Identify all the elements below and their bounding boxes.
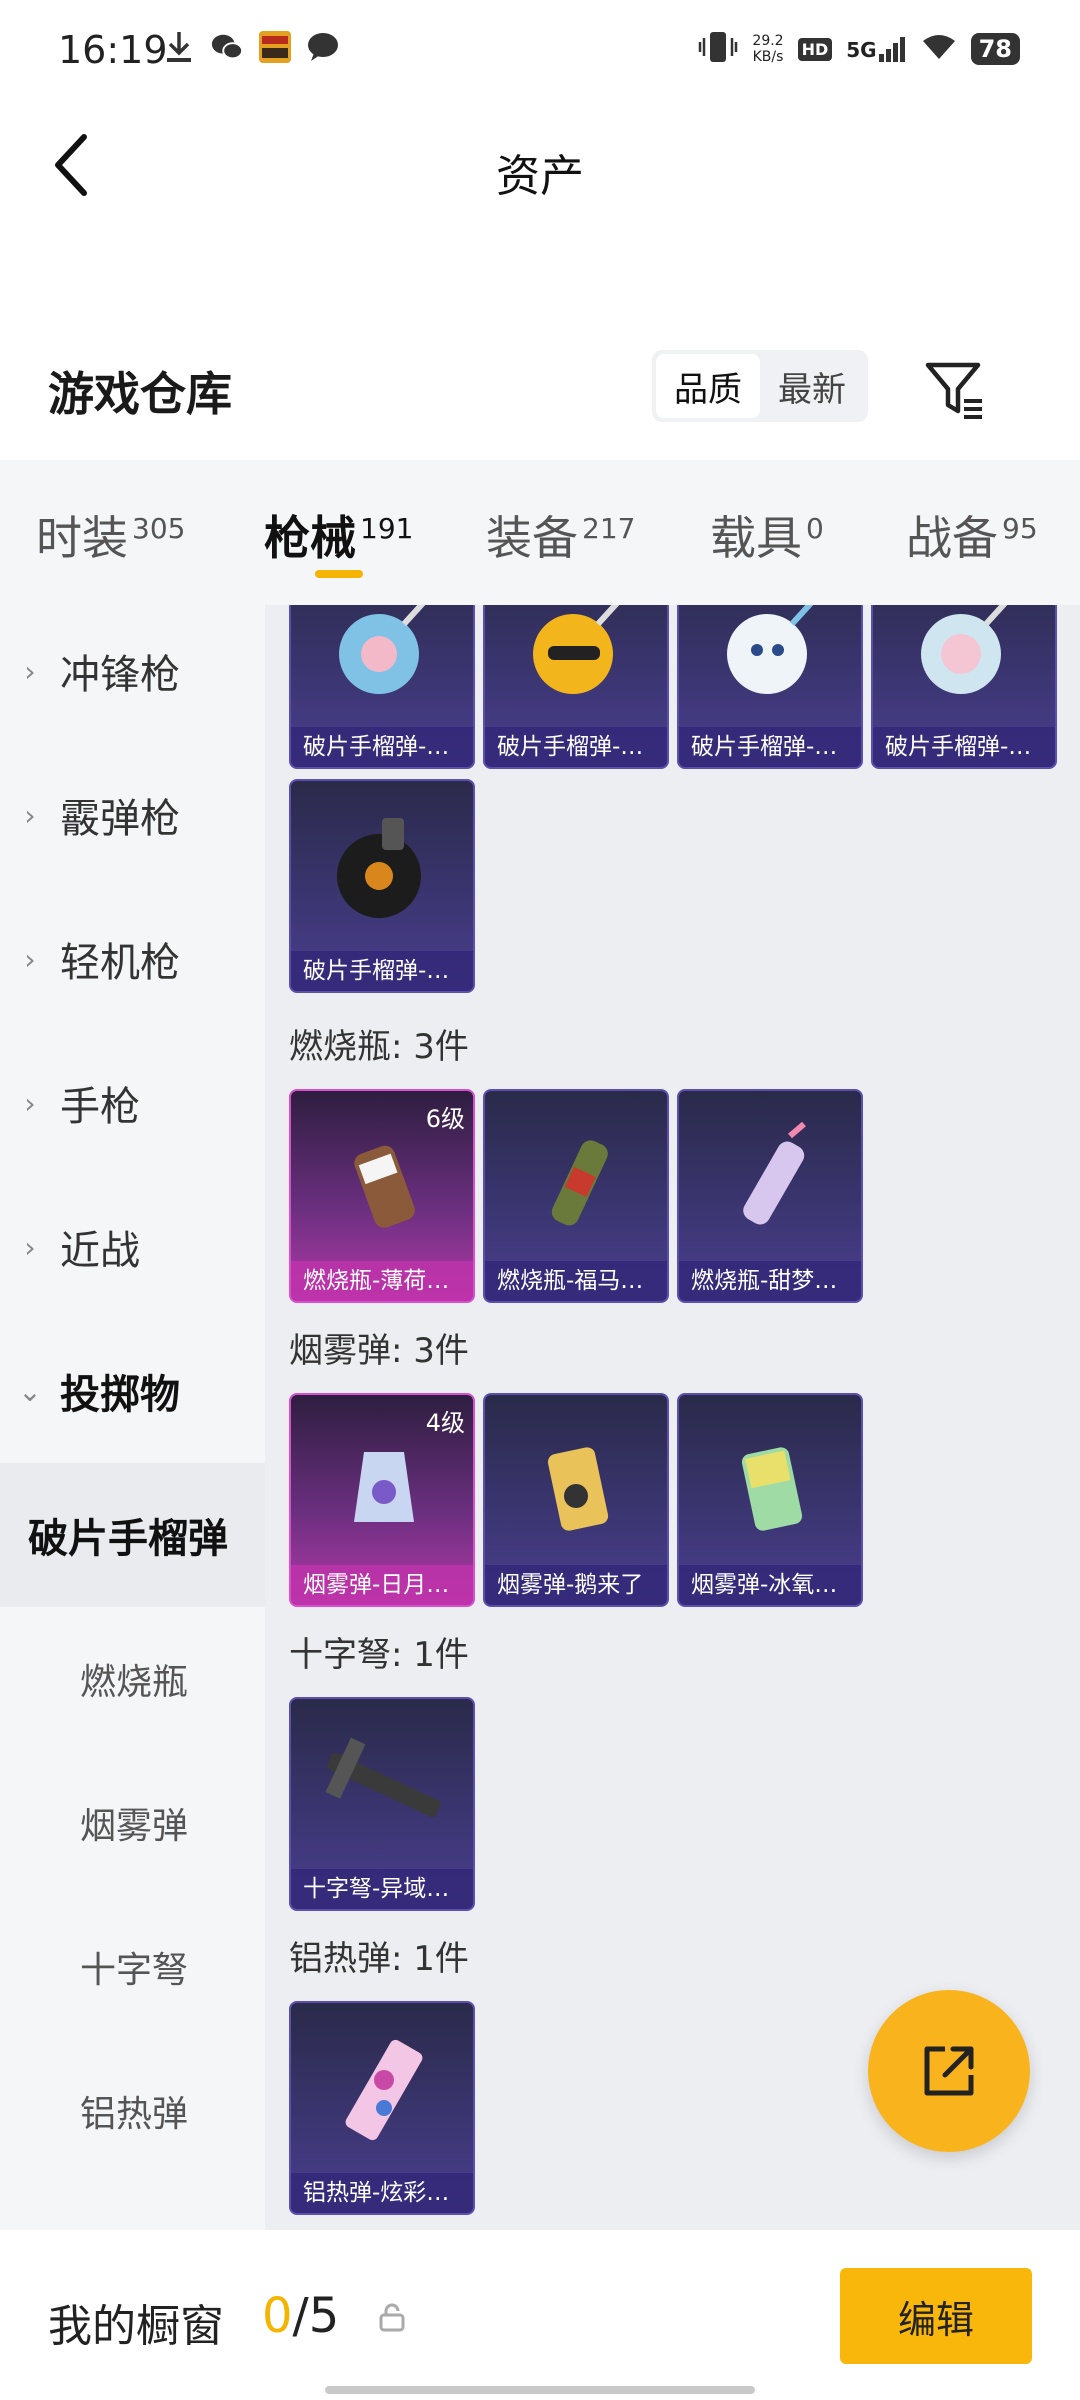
status-bar: 16:19 29.2 KB/s HD 5G 78 [0,0,1080,100]
category-tabs: 时装 305 枪械 191 装备 217 载具 0 战备 95 [0,460,1080,605]
grenade-art-icon [291,781,473,955]
sidebar: › 冲锋枪 › 霰弹枪 › 轻机枪 › 手枪 › 近战 ⌄ 投掷物 破片手榴弹 燃烧瓶 烟雾… [0,605,265,2230]
network-speed: 29.2 KB/s [752,33,784,65]
signal-icon: 5G [846,36,906,62]
section-title-smoke: 烟雾弹: 3件 [289,1331,469,1371]
item-card[interactable]: 6级 燃烧瓶-薄荷… [289,1089,475,1303]
download-icon [162,30,196,64]
grenade-art-icon [679,605,861,731]
sidebar-item-shotgun[interactable]: › 霰弹枪 [0,743,265,887]
item-card[interactable]: 燃烧瓶-甜梦… [677,1089,863,1303]
section-title-molotov: 燃烧瓶: 3件 [289,1027,469,1067]
lock-icon [378,2302,406,2336]
hd-badge: HD [797,37,833,61]
vibrate-icon [698,30,738,68]
chevron-right-icon: › [24,942,36,976]
section-title-thermite: 铝热弹: 1件 [289,1939,469,1979]
grenade-art-icon [485,605,667,731]
showcase-bar: 我的橱窗 0/5 编辑 [0,2230,1080,2400]
chevron-down-icon: ⌄ [18,1374,42,1408]
item-card[interactable]: 十字弩-异域… [289,1697,475,1911]
sidebar-item-smg[interactable]: › 冲锋枪 [0,599,265,743]
molotov-art-icon [485,1091,667,1265]
item-card[interactable]: 烟雾弹-冰氧… [677,1393,863,1607]
molotov-art-icon [679,1091,861,1265]
item-card[interactable]: 破片手榴弹-… [677,605,863,769]
sidebar-sub-crossbow[interactable]: 十字弩 [0,1895,265,2039]
edit-button[interactable]: 编辑 [840,2268,1032,2364]
crossbow-art-icon [291,1699,473,1873]
sort-toggle: 品质 最新 [652,350,868,422]
sidebar-item-lmg[interactable]: › 轻机枪 [0,887,265,1031]
warehouse-title: 游戏仓库 [48,367,232,421]
tab-equipment[interactable]: 装备 217 [486,502,635,568]
item-card[interactable]: 铝热弹-炫彩… [289,2001,475,2215]
message-icon [306,30,340,64]
item-card[interactable]: 破片手榴弹-… [289,779,475,993]
share-fab[interactable] [868,1990,1030,2152]
item-card[interactable]: 燃烧瓶-福马… [483,1089,669,1303]
smoke-grenade-art-icon [679,1395,861,1569]
item-card[interactable]: 破片手榴弹-… [289,605,475,769]
active-tab-indicator [315,570,363,578]
filter-button[interactable] [920,355,990,425]
app-header: 资产 [0,110,1080,220]
chevron-right-icon: › [24,798,36,832]
tab-supplies[interactable]: 战备 95 [906,502,1038,568]
item-card[interactable]: 4级 烟雾弹-日月… [289,1393,475,1607]
sidebar-sub-molotov[interactable]: 燃烧瓶 [0,1607,265,1751]
sidebar-sub-thermite[interactable]: 铝热弹 [0,2039,265,2183]
tab-fashion[interactable]: 时装 305 [36,502,185,568]
home-indicator[interactable] [325,2386,755,2394]
system-status-icons: 29.2 KB/s HD 5G 78 [698,30,1020,68]
section-title-crossbow: 十字弩: 1件 [289,1635,469,1675]
game-app-icon [258,30,292,64]
grenade-art-icon [873,605,1055,731]
external-link-icon [924,2046,974,2096]
battery-indicator: 78 [970,33,1020,65]
sort-newest-option[interactable]: 最新 [760,354,864,418]
tab-firearms[interactable]: 枪械 191 [264,502,413,568]
sidebar-item-throwables[interactable]: ⌄ 投掷物 [0,1319,265,1463]
tab-vehicles[interactable]: 载具 0 [710,502,824,568]
item-grid: 破片手榴弹-… 破片手榴弹-… 破片手榴弹-… 破片手榴弹-… 破片手榴弹-… … [265,605,1080,2230]
sidebar-sub-frag-grenade[interactable]: 破片手榴弹 [0,1463,265,1607]
page-title: 资产 [496,151,584,202]
item-card[interactable]: 破片手榴弹-… [483,605,669,769]
chevron-right-icon: › [24,1086,36,1120]
item-card[interactable]: 烟雾弹-鹅来了 [483,1393,669,1607]
sort-quality-option[interactable]: 品质 [656,354,760,418]
sidebar-item-melee[interactable]: › 近战 [0,1175,265,1319]
filter-icon [925,362,982,419]
grenade-art-icon [291,605,473,731]
wechat-icon [210,30,244,64]
chevron-right-icon: › [24,654,36,688]
thermite-art-icon [291,2003,473,2177]
notification-icons [162,30,340,64]
item-card[interactable]: 破片手榴弹-… [871,605,1057,769]
wifi-icon [921,33,957,65]
showcase-label: 我的橱窗 [48,2301,224,2352]
smoke-grenade-art-icon [485,1395,667,1569]
status-time: 16:19 [58,28,168,72]
sidebar-item-pistol[interactable]: › 手枪 [0,1031,265,1175]
sidebar-sub-smoke[interactable]: 烟雾弹 [0,1751,265,1895]
chevron-right-icon: › [24,1230,36,1264]
showcase-count: 0/5 [262,2288,340,2344]
